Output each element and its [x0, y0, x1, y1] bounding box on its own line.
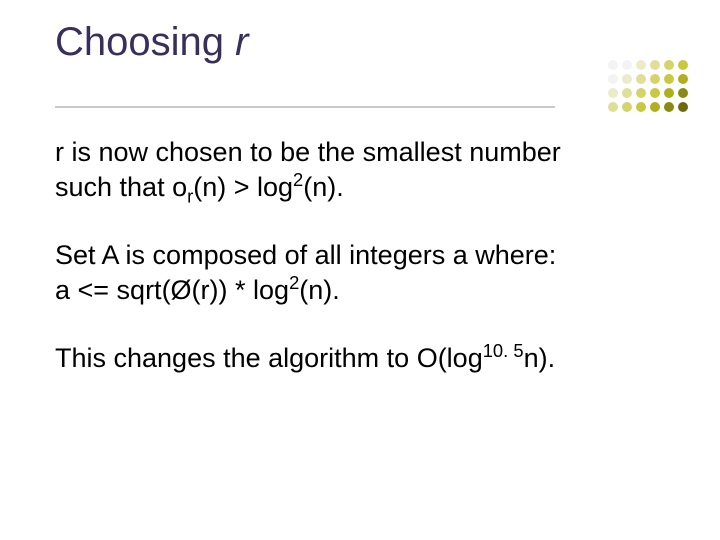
paragraph-2: Set A is composed of all integers a wher… — [55, 238, 655, 307]
dot — [678, 60, 688, 70]
p3-a: This changes the algorithm to O(log — [55, 343, 483, 373]
dot — [650, 88, 660, 98]
dot — [636, 88, 646, 98]
dot — [664, 102, 674, 112]
p2-line2a: a <= sqrt(Ø(r)) * log — [55, 275, 289, 305]
p3-sup: 10. 5 — [483, 340, 524, 361]
dot — [608, 60, 618, 70]
dot — [664, 60, 674, 70]
dot — [622, 60, 632, 70]
p1-sup-2: 2 — [293, 169, 303, 190]
dot — [636, 60, 646, 70]
p1-line2c: (n). — [303, 172, 344, 202]
p3-b: n). — [524, 343, 556, 373]
dot — [650, 102, 660, 112]
dot — [678, 88, 688, 98]
slide-body: r is now chosen to be the smallest numbe… — [55, 135, 655, 410]
dot — [622, 102, 632, 112]
p2-line1: Set A is composed of all integers a wher… — [55, 240, 556, 270]
decorative-dot-grid — [608, 60, 690, 114]
title-variable: r — [235, 20, 248, 64]
p2-sup-2: 2 — [289, 272, 299, 293]
dot — [678, 74, 688, 84]
dot — [622, 88, 632, 98]
p1-line1: r is now chosen to be the smallest numbe… — [55, 137, 561, 167]
dot — [650, 74, 660, 84]
slide-title: Choosing r — [55, 20, 248, 65]
title-prefix: Choosing — [55, 20, 235, 64]
dot — [664, 88, 674, 98]
dot — [636, 102, 646, 112]
p2-line2b: (n). — [299, 275, 340, 305]
dot — [650, 60, 660, 70]
paragraph-3: This changes the algorithm to O(log10. 5… — [55, 341, 655, 376]
dot — [608, 88, 618, 98]
dot — [622, 74, 632, 84]
dot — [664, 74, 674, 84]
p1-line2b: (n) > log — [193, 172, 293, 202]
dot — [678, 102, 688, 112]
dot — [608, 102, 618, 112]
paragraph-1: r is now chosen to be the smallest numbe… — [55, 135, 655, 204]
p1-line2a: such that o — [55, 172, 187, 202]
dot — [608, 74, 618, 84]
dot — [636, 74, 646, 84]
title-underline — [55, 106, 555, 108]
